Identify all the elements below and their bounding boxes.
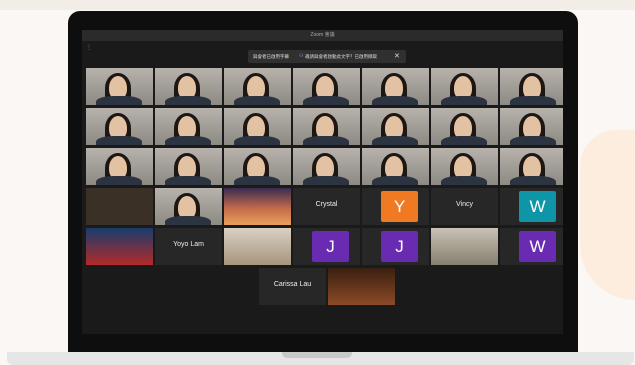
participant-video-tile[interactable] (155, 188, 222, 225)
avatar: J (312, 231, 349, 262)
participant-video-tile[interactable] (224, 108, 291, 145)
participant-video-tile[interactable] (224, 68, 291, 105)
participant-video-tile[interactable] (155, 108, 222, 145)
window-title: Zoom 會議 (310, 32, 335, 38)
window-titlebar: Zoom 會議 (82, 30, 563, 41)
participant-video-tile[interactable] (86, 108, 153, 145)
participant-video-tile[interactable] (500, 68, 563, 105)
participant-image-tile[interactable] (224, 188, 291, 225)
more-icon[interactable]: ⋮ (86, 44, 92, 51)
participant-name-tile[interactable]: Vincy (431, 188, 498, 225)
avatar: J (381, 231, 418, 262)
participant-name: Carissa Lau (273, 281, 312, 288)
participant-video-tile[interactable] (431, 108, 498, 145)
participant-name: Vincy (456, 201, 473, 208)
zoom-meeting-window: Zoom 會議 ⋮ 與會者已啟用字幕 ⚇ 邀請與會者啟動此文字？已啟用擷取 ✕ (82, 30, 563, 334)
participant-video-tile[interactable] (431, 68, 498, 105)
close-icon[interactable]: ✕ (394, 52, 400, 60)
participant-video-tile[interactable] (293, 108, 360, 145)
decorative-shape (580, 130, 635, 300)
participant-video-tile[interactable] (155, 148, 222, 185)
participant-video-tile[interactable] (362, 108, 429, 145)
participant-video-tile[interactable] (155, 68, 222, 105)
participant-video-tile[interactable] (362, 148, 429, 185)
participant-video-tile[interactable] (293, 148, 360, 185)
participant-video-tile[interactable] (86, 148, 153, 185)
participant-image-tile[interactable] (431, 228, 498, 265)
avatar: W (519, 231, 556, 262)
page-top-band (0, 0, 635, 10)
participant-name: Crystal (315, 201, 338, 208)
participant-video-tile[interactable] (362, 68, 429, 105)
participant-image-tile[interactable] (328, 268, 395, 305)
participant-image-tile[interactable] (86, 228, 153, 265)
participant-avatar-tile[interactable]: Y (362, 188, 429, 225)
participant-avatar-tile[interactable]: J (362, 228, 429, 265)
caption-banner: 與會者已啟用字幕 ⚇ 邀請與會者啟動此文字？已啟用擷取 ✕ (248, 50, 406, 63)
participant-video-tile[interactable] (293, 68, 360, 105)
avatar: Y (381, 191, 418, 222)
participant-video-tile[interactable] (86, 188, 153, 225)
banner-text-secondary: 邀請與會者啟動此文字？已啟用擷取 (305, 54, 377, 59)
laptop-notch (282, 352, 352, 358)
participant-video-tile[interactable] (500, 108, 563, 145)
participant-video-tile[interactable] (86, 68, 153, 105)
participant-image-tile[interactable] (224, 228, 291, 265)
participant-avatar-tile[interactable]: W (500, 228, 563, 265)
participant-avatar-tile[interactable]: W (500, 188, 563, 225)
participant-video-tile[interactable] (224, 148, 291, 185)
participant-avatar-tile[interactable]: J (293, 228, 360, 265)
participant-name-tile[interactable]: Carissa Lau (259, 268, 326, 305)
person-icon: ⚇ (299, 53, 304, 59)
participant-name-tile[interactable]: Crystal (293, 188, 360, 225)
participant-name: Yoyo Lam (173, 241, 204, 248)
banner-text-primary: 與會者已啟用字幕 (253, 54, 289, 59)
avatar: W (519, 191, 556, 222)
participant-video-tile[interactable] (500, 148, 563, 185)
participant-video-tile[interactable] (431, 148, 498, 185)
participant-name-tile[interactable]: Yoyo Lam (155, 228, 222, 265)
